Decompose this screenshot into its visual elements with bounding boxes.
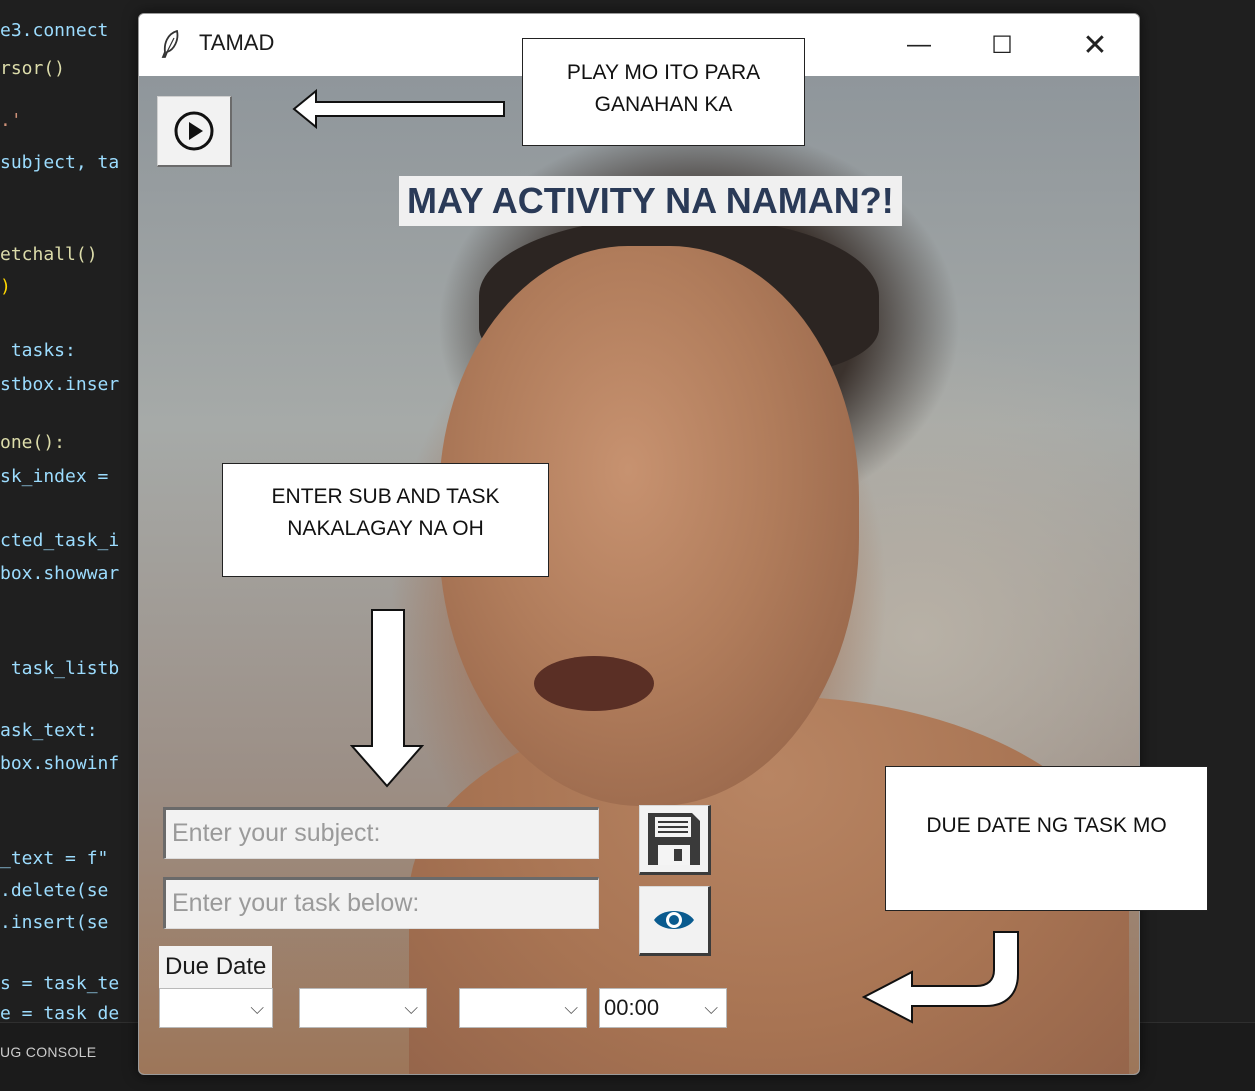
chevron-down-icon: ⌵ — [564, 998, 578, 1018]
debug-console-tab[interactable]: UG CONSOLE — [0, 1044, 96, 1060]
code-line: rsor() — [0, 58, 66, 79]
code-line: box.showinf — [0, 753, 120, 774]
eye-icon — [654, 911, 694, 929]
chevron-down-icon: ⌵ — [404, 998, 418, 1018]
play-note-line: GANAHAN KA — [594, 93, 733, 116]
left-arrow-icon — [292, 88, 505, 130]
due-note-text: DUE DATE NG TASK MO — [926, 814, 1167, 837]
chevron-down-icon: ⌵ — [250, 998, 264, 1018]
due-note-callout: DUE DATE NG TASK MO — [885, 766, 1208, 911]
photo-mouth — [534, 656, 654, 711]
curved-left-arrow-icon — [862, 931, 1019, 1024]
code-line: e = task_de — [0, 1003, 120, 1024]
view-tasks-button[interactable] — [639, 886, 711, 956]
window-title: TAMAD — [199, 30, 275, 55]
play-icon — [174, 111, 214, 151]
close-button[interactable]: ✕ — [1067, 24, 1123, 66]
time-dropdown-value: 00:00 — [604, 995, 660, 1020]
code-line: etchall() — [0, 244, 98, 265]
code-line: s = task_te — [0, 973, 120, 994]
minimize-button[interactable]: — — [891, 24, 947, 66]
year-dropdown[interactable]: ⌵ — [459, 988, 587, 1028]
play-button[interactable] — [157, 96, 232, 167]
code-line: .insert(se — [0, 912, 109, 933]
code-line: tasks: — [0, 340, 76, 361]
code-line: e3.connect — [0, 20, 109, 41]
play-note-line: PLAY MO ITO PARA — [566, 61, 761, 84]
code-line: subject, ta — [0, 152, 120, 173]
enter-note-line: ENTER SUB AND TASK — [271, 485, 500, 508]
code-line: _text = f" — [0, 848, 109, 869]
headline-label: MAY ACTIVITY NA NAMAN?! — [399, 176, 902, 226]
chevron-down-icon: ⌵ — [704, 998, 718, 1018]
task-input[interactable]: Enter your task below: — [163, 877, 599, 929]
code-line: sk_index = — [0, 466, 109, 487]
code-line: task_listb — [0, 658, 120, 679]
code-line: one(): — [0, 432, 66, 453]
code-line: .delete(se — [0, 880, 109, 901]
code-line: cted_task_i — [0, 530, 120, 551]
down-arrow-icon — [350, 609, 424, 788]
code-line: stbox.inser — [0, 374, 120, 395]
due-date-label: Due Date — [159, 946, 273, 988]
enter-note-line: NAKALAGAY NA OH — [287, 517, 484, 540]
month-dropdown[interactable]: ⌵ — [159, 988, 273, 1028]
day-dropdown[interactable]: ⌵ — [299, 988, 427, 1028]
play-note-callout: PLAY MO ITO PARA GANAHAN KA — [522, 38, 805, 146]
feather-icon — [161, 30, 179, 58]
code-line: .' — [0, 110, 22, 131]
code-line: ) — [0, 276, 11, 297]
time-dropdown[interactable]: 00:00 ⌵ — [599, 988, 727, 1028]
save-button[interactable] — [639, 805, 711, 875]
code-line: ask_text: — [0, 720, 98, 741]
maximize-button[interactable]: ☐ — [974, 24, 1030, 66]
floppy-disk-icon — [648, 813, 700, 865]
subject-input[interactable]: Enter your subject: — [163, 807, 599, 859]
enter-note-callout: ENTER SUB AND TASK NAKALAGAY NA OH — [222, 463, 549, 577]
code-line: box.showwar — [0, 563, 120, 584]
